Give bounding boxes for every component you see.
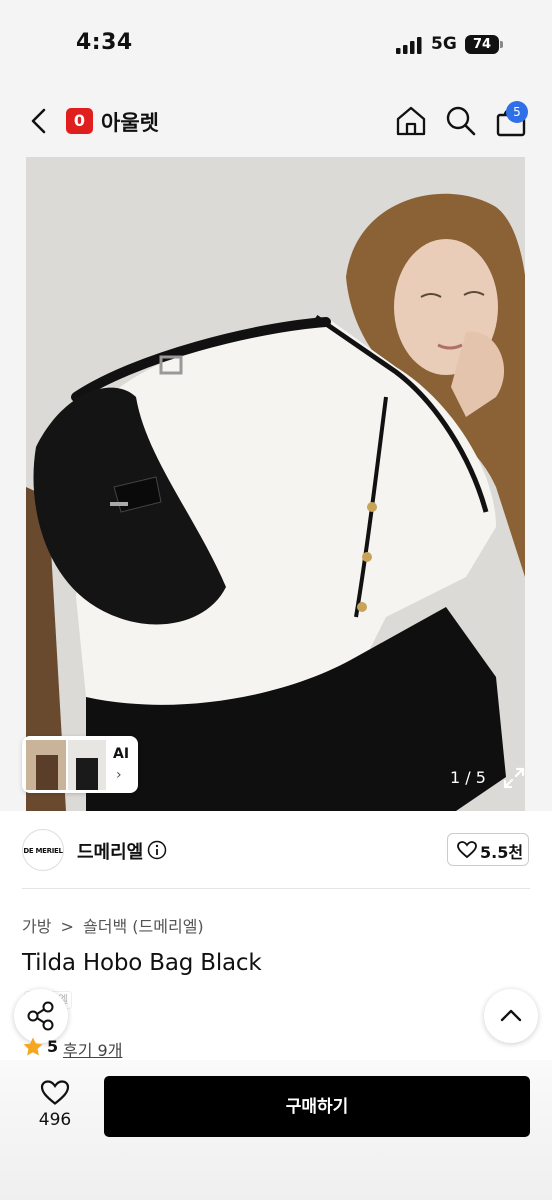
breadcrumb-separator: > [60,917,74,936]
favorite-count: 496 [38,1110,72,1130]
ai-similar-card[interactable] [22,736,138,793]
status-time: 4:34 [76,30,133,55]
cart-count-badge: 5 [506,101,528,123]
share-button[interactable] [14,989,68,1043]
page-title[interactable]: 아울렛 [101,107,159,137]
image-counter: 1 / 5 [450,768,486,787]
network-type: 5G [431,34,457,54]
product-image[interactable] [26,157,525,811]
seller-logo[interactable]: DE MERIEL [22,829,64,871]
home-icon[interactable] [394,104,428,138]
breadcrumb-category[interactable]: 가방 [22,917,51,936]
thumbnail-image [26,740,106,790]
ai-label: AI [113,746,130,762]
cellular-signal-icon [396,37,422,54]
info-icon[interactable] [147,840,167,860]
battery-tip [500,41,503,48]
rating-score: 5 [47,1037,59,1056]
seller-like-count: 5.5천 [480,843,524,862]
chevron-up-icon [500,1009,522,1022]
expand-icon[interactable] [497,761,531,795]
outlet-logo[interactable]: 0 [66,108,93,134]
back-button[interactable] [24,104,54,138]
heart-outline-icon [40,1080,70,1105]
breadcrumb: 가방 > 숄더백 (드메리엘) [22,913,204,937]
breadcrumb-subcategory[interactable]: 숄더백 (드메리엘) [83,917,204,936]
scroll-top-button[interactable] [484,989,538,1043]
seller-name[interactable]: 드메리엘 [77,838,143,864]
heart-icon [457,841,477,859]
product-photo [26,157,525,811]
battery-icon: 74 [465,35,499,54]
product-title: Tilda Hobo Bag Black [22,950,262,976]
buy-button[interactable]: 구매하기 [104,1076,530,1137]
share-icon [27,1001,54,1031]
search-icon[interactable] [444,104,478,138]
review-count-link[interactable]: 후기 9개 [63,1037,122,1061]
divider [22,888,530,889]
chevron-right-icon: › [116,767,122,783]
star-icon [23,1037,43,1056]
